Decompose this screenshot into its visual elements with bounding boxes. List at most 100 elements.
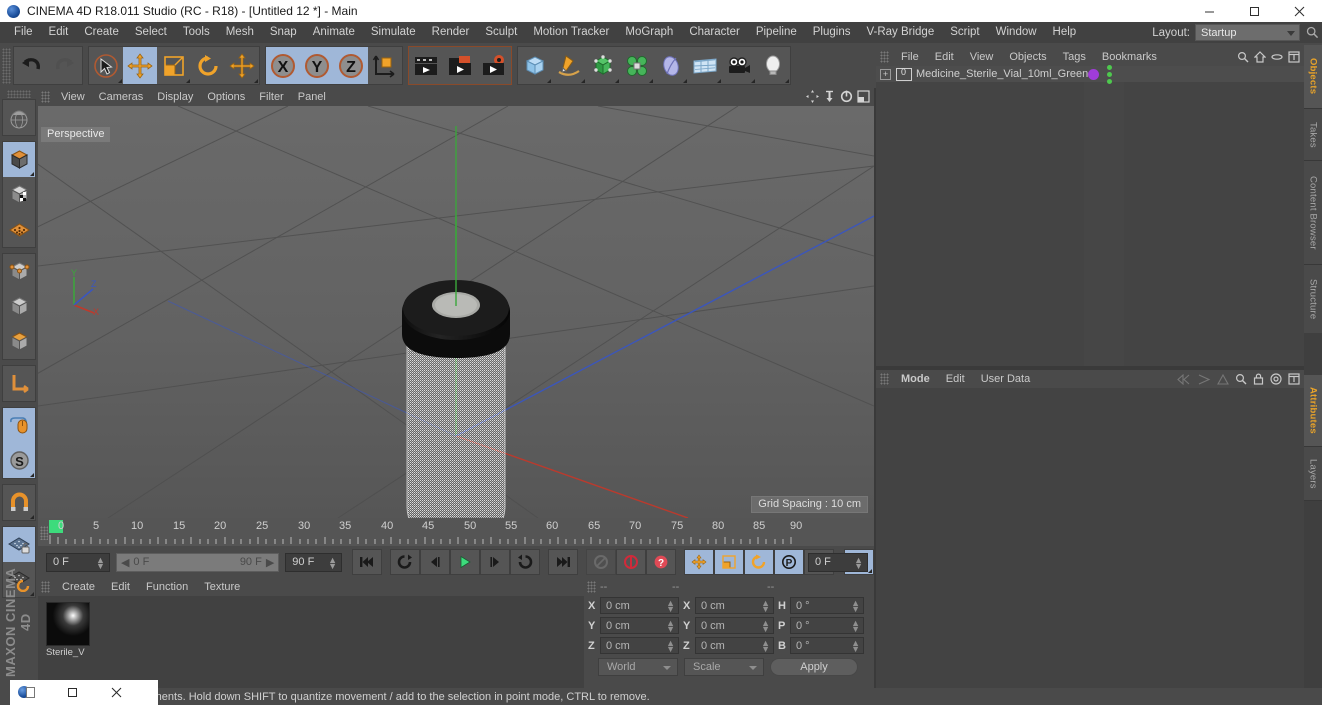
back-icon[interactable] <box>1177 373 1191 388</box>
generator-icon[interactable] <box>586 47 620 84</box>
menu-create[interactable]: Create <box>76 22 127 43</box>
attribute-manager-body[interactable] <box>876 388 1304 688</box>
material-tile[interactable]: Sterile_V <box>46 602 90 660</box>
timeline-ruler[interactable]: 0 5 10 15 20 25 30 35 40 45 50 55 60 65 … <box>38 518 874 546</box>
spinner-icon[interactable]: ▲ ▼ <box>666 619 675 634</box>
attribute-menu-user-data[interactable]: User Data <box>973 370 1039 388</box>
menu-select[interactable]: Select <box>127 22 175 43</box>
tab-attributes[interactable]: Attributes <box>1304 375 1322 447</box>
rotate-icon[interactable] <box>191 47 225 84</box>
spinner-icon[interactable]: ▲ ▼ <box>761 639 770 654</box>
menu-tools[interactable]: Tools <box>175 22 218 43</box>
menu-pipeline[interactable]: Pipeline <box>748 22 805 43</box>
x-axis-icon[interactable]: X <box>266 47 300 84</box>
menu-mograph[interactable]: MoGraph <box>617 22 681 43</box>
null-object-icon[interactable] <box>896 67 912 81</box>
step-back-icon[interactable] <box>420 549 451 575</box>
rotation-key-icon[interactable] <box>744 549 775 575</box>
range-left-arrow-icon[interactable]: ◀ <box>121 556 129 569</box>
expand-toggle-icon[interactable]: + <box>880 68 891 80</box>
go-to-end-icon[interactable] <box>548 549 579 575</box>
axis-mode-icon[interactable] <box>3 324 35 359</box>
move-icon[interactable] <box>123 47 157 84</box>
spinner-icon[interactable]: ▲ ▼ <box>851 619 860 634</box>
redo-icon[interactable] <box>48 47 82 84</box>
menu-motion-tracker[interactable]: Motion Tracker <box>525 22 617 43</box>
spinner-icon[interactable]: ▲ ▼ <box>96 555 105 570</box>
spinner-icon[interactable]: ▲ ▼ <box>851 639 860 654</box>
move-alt-icon[interactable] <box>225 47 259 84</box>
render-settings-icon[interactable] <box>477 47 511 84</box>
close-button[interactable] <box>1277 0 1322 22</box>
viewport-menu-view[interactable]: View <box>54 88 92 106</box>
object-menu-objects[interactable]: Objects <box>1001 48 1054 66</box>
current-frame-field[interactable]: 0 F ▲ ▼ <box>46 552 110 572</box>
deformer-icon[interactable] <box>620 47 654 84</box>
material-tag-icon[interactable] <box>1088 68 1099 80</box>
live-selection-icon[interactable] <box>89 47 123 84</box>
world-axis-icon[interactable] <box>3 366 35 401</box>
apply-button[interactable]: Apply <box>770 658 858 676</box>
phong-tag-icon[interactable] <box>1107 64 1112 84</box>
menu-file[interactable]: File <box>6 22 41 43</box>
right-frame-field[interactable]: 0 F ▲ ▼ <box>808 552 868 572</box>
attribute-manager-grip[interactable] <box>880 373 889 385</box>
world-object-axis-icon[interactable] <box>368 47 402 84</box>
close-button[interactable] <box>94 680 138 705</box>
menu-render[interactable]: Render <box>424 22 478 43</box>
render-region-icon[interactable] <box>443 47 477 84</box>
menu-animate[interactable]: Animate <box>305 22 363 43</box>
autokeying-icon[interactable] <box>616 549 647 575</box>
object-row[interactable]: + Medicine_Sterile_Vial_10ml_Green <box>876 64 1304 84</box>
position-x-field[interactable]: 0 cm ▲ ▼ <box>600 597 679 614</box>
fit-icon[interactable] <box>1288 51 1300 66</box>
texture-mode-icon[interactable] <box>3 177 35 212</box>
forward-icon[interactable] <box>1197 373 1211 388</box>
spinner-icon[interactable]: ▲ ▼ <box>328 555 337 570</box>
menu-simulate[interactable]: Simulate <box>363 22 424 43</box>
max-frame-field[interactable]: 90 F ▲ ▼ <box>285 552 343 572</box>
spinner-icon[interactable]: ▲ ▼ <box>666 639 675 654</box>
cube-primitive-icon[interactable] <box>518 47 552 84</box>
viewport-menu-display[interactable]: Display <box>150 88 200 106</box>
scene-object-icon[interactable] <box>654 47 688 84</box>
menu-edit[interactable]: Edit <box>41 22 77 43</box>
tab-layers[interactable]: Layers <box>1304 447 1322 501</box>
scale-key-icon[interactable] <box>714 549 745 575</box>
viewport-menu-panel[interactable]: Panel <box>291 88 333 106</box>
z-axis-icon[interactable]: Z <box>334 47 368 84</box>
menu-help[interactable]: Help <box>1045 22 1085 43</box>
target-icon[interactable] <box>1270 373 1282 388</box>
maximize-button[interactable] <box>1232 0 1277 22</box>
tab-objects[interactable]: Objects <box>1304 45 1322 109</box>
object-menu-view[interactable]: View <box>962 48 1002 66</box>
solo-single-icon[interactable]: S <box>3 443 35 478</box>
material-manager-grip[interactable] <box>41 581 50 593</box>
menu-snap[interactable]: Snap <box>262 22 305 43</box>
size-x-field[interactable]: 0 cm ▲ ▼ <box>695 597 774 614</box>
model-mode-icon[interactable] <box>3 142 35 177</box>
y-axis-icon[interactable]: Y <box>300 47 334 84</box>
menu-script[interactable]: Script <box>942 22 987 43</box>
spinner-icon[interactable]: ▲ ▼ <box>851 599 860 614</box>
c4d-taskbar-icon[interactable] <box>18 685 35 700</box>
record-active-objects-icon[interactable] <box>586 549 617 575</box>
menu-vray-bridge[interactable]: V-Ray Bridge <box>858 22 942 43</box>
lock-icon[interactable] <box>1253 373 1264 388</box>
menu-mesh[interactable]: Mesh <box>218 22 262 43</box>
range-right-arrow-icon[interactable]: ▶ <box>266 556 274 569</box>
object-manager-body[interactable]: + Medicine_Sterile_Vial_10ml_Green <box>876 64 1304 366</box>
attribute-menu-mode[interactable]: Mode <box>893 370 938 388</box>
left-toolbar-grip[interactable] <box>7 90 31 98</box>
rotation-p-field[interactable]: 0 ° ▲ ▼ <box>790 617 864 634</box>
material-menu-create[interactable]: Create <box>54 578 103 596</box>
loop-icon[interactable] <box>510 549 541 575</box>
tab-takes[interactable]: Takes <box>1304 109 1322 161</box>
fit-icon[interactable] <box>1288 373 1300 388</box>
menu-sculpt[interactable]: Sculpt <box>477 22 525 43</box>
rotation-h-field[interactable]: 0 ° ▲ ▼ <box>790 597 864 614</box>
object-menu-edit[interactable]: Edit <box>927 48 962 66</box>
polygons-mode-icon[interactable] <box>3 289 35 324</box>
magnet-icon[interactable] <box>3 485 35 520</box>
object-menu-file[interactable]: File <box>893 48 927 66</box>
